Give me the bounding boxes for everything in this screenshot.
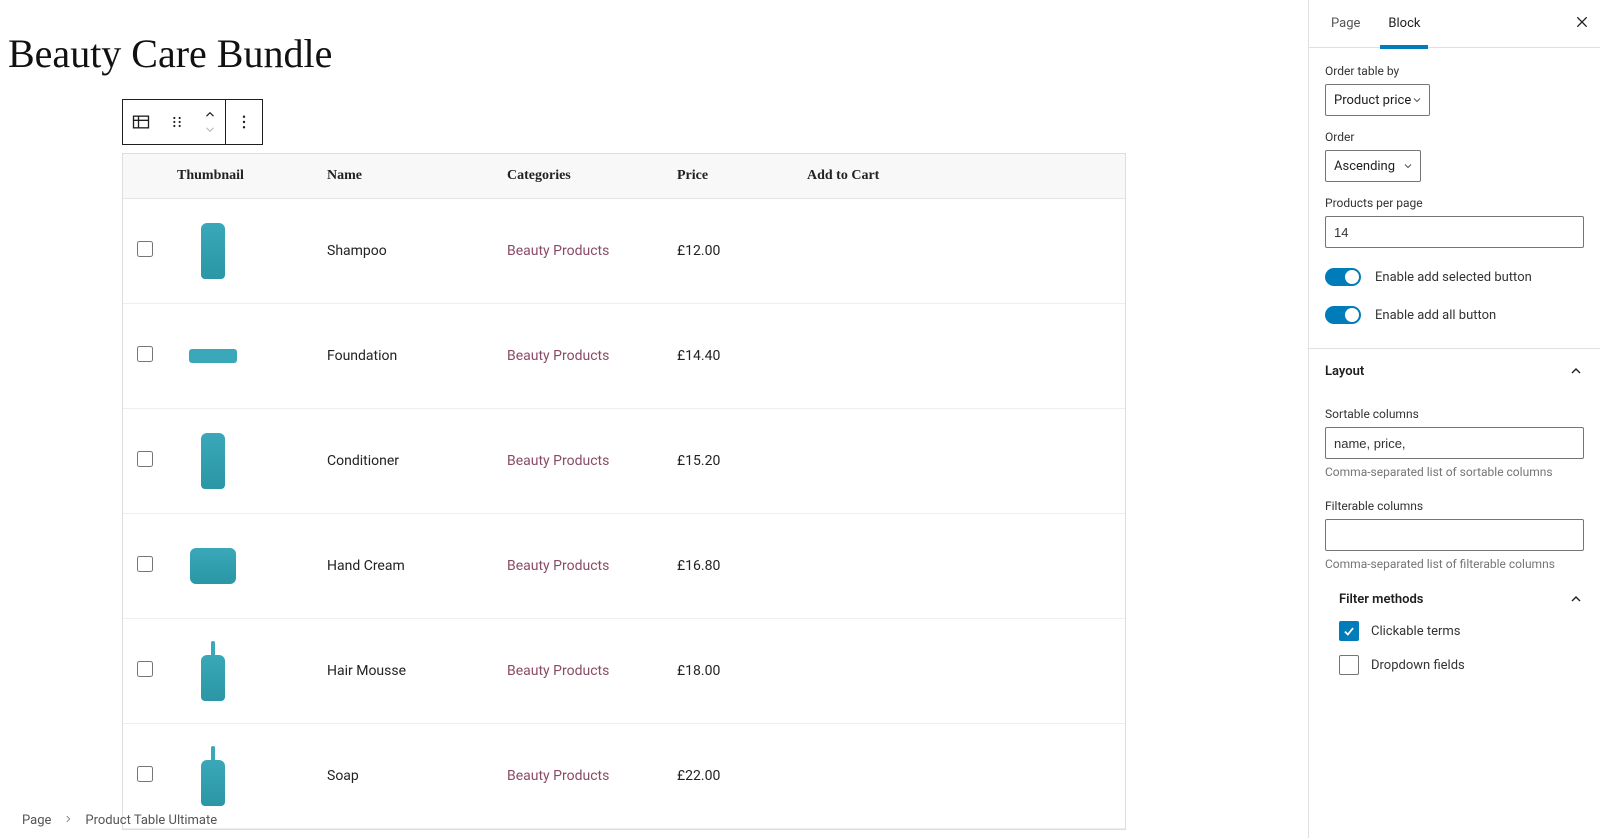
product-price-cell: £18.00 <box>667 619 797 724</box>
header-add-to-cart: Add to Cart <box>797 154 1125 199</box>
product-thumbnail[interactable] <box>177 215 249 287</box>
order-by-select[interactable]: Product price <box>1325 84 1430 116</box>
table-row: Conditioner Beauty Products £15.20 <box>123 409 1125 514</box>
product-thumbnail[interactable] <box>177 635 249 707</box>
product-thumbnail[interactable] <box>177 530 249 602</box>
breadcrumb-root[interactable]: Page <box>22 813 51 828</box>
category-link[interactable]: Beauty Products <box>507 243 609 259</box>
page-title[interactable]: Beauty Care Bundle <box>0 30 1246 77</box>
header-categories[interactable]: Categories <box>497 154 667 199</box>
dropdown-fields-label: Dropdown fields <box>1371 658 1465 673</box>
product-thumbnail[interactable] <box>177 425 249 497</box>
settings-sidebar: Page Block Order table by Product price … <box>1308 0 1600 838</box>
chevron-down-icon <box>1402 160 1414 172</box>
clickable-terms-checkbox[interactable] <box>1339 621 1359 641</box>
product-name-cell: Foundation <box>317 304 497 409</box>
drag-handle[interactable] <box>159 100 195 144</box>
enable-add-selected-label: Enable add selected button <box>1375 270 1532 285</box>
sortable-columns-label: Sortable columns <box>1325 407 1584 421</box>
product-name-cell: Hand Cream <box>317 514 497 619</box>
table-header-row: Thumbnail Name Categories Price Add to C… <box>123 154 1125 199</box>
product-name-cell: Conditioner <box>317 409 497 514</box>
product-price-cell: £16.80 <box>667 514 797 619</box>
close-sidebar-button[interactable] <box>1574 14 1590 34</box>
header-name[interactable]: Name <box>317 154 497 199</box>
sortable-columns-help: Comma-separated list of sortable columns <box>1325 465 1584 479</box>
table-row: Soap Beauty Products £22.00 <box>123 724 1125 829</box>
chevron-up-icon <box>1568 363 1584 379</box>
product-name-cell: Shampoo <box>317 199 497 304</box>
chevron-right-icon <box>63 813 73 828</box>
category-link[interactable]: Beauty Products <box>507 348 609 364</box>
per-page-label: Products per page <box>1325 196 1584 210</box>
move-up-button[interactable] <box>203 108 217 122</box>
breadcrumb: Page Product Table Ultimate <box>22 813 217 828</box>
per-page-input[interactable] <box>1325 216 1584 248</box>
more-options-button[interactable] <box>226 100 262 144</box>
enable-add-all-toggle[interactable] <box>1325 306 1361 324</box>
product-price-cell: £12.00 <box>667 199 797 304</box>
table-row: Hand Cream Beauty Products £16.80 <box>123 514 1125 619</box>
tab-block[interactable]: Block <box>1374 0 1434 48</box>
table-row: Shampoo Beauty Products £12.00 <box>123 199 1125 304</box>
table-row: Hair Mousse Beauty Products £18.00 <box>123 619 1125 724</box>
move-down-button[interactable] <box>203 122 217 136</box>
row-select-checkbox[interactable] <box>137 766 153 782</box>
product-table: Thumbnail Name Categories Price Add to C… <box>122 153 1126 830</box>
product-price-cell: £14.40 <box>667 304 797 409</box>
header-thumbnail[interactable]: Thumbnail <box>167 154 317 199</box>
product-name-cell: Soap <box>317 724 497 829</box>
table-row: Foundation Beauty Products £14.40 <box>123 304 1125 409</box>
dropdown-fields-checkbox[interactable] <box>1339 655 1359 675</box>
product-name-cell: Hair Mousse <box>317 619 497 724</box>
block-type-button[interactable] <box>123 100 159 144</box>
order-select[interactable]: Ascending <box>1325 150 1421 182</box>
clickable-terms-label: Clickable terms <box>1371 624 1461 639</box>
row-select-checkbox[interactable] <box>137 241 153 257</box>
block-toolbar <box>122 99 263 145</box>
product-thumbnail[interactable] <box>177 320 249 392</box>
sortable-columns-input[interactable] <box>1325 427 1584 459</box>
category-link[interactable]: Beauty Products <box>507 768 609 784</box>
chevron-up-icon <box>1568 591 1584 607</box>
row-select-checkbox[interactable] <box>137 346 153 362</box>
header-price[interactable]: Price <box>667 154 797 199</box>
filter-methods-header[interactable]: Filter methods <box>1325 591 1584 607</box>
order-label: Order <box>1325 130 1584 144</box>
layout-panel-header[interactable]: Layout <box>1325 349 1584 393</box>
row-select-checkbox[interactable] <box>137 556 153 572</box>
row-select-checkbox[interactable] <box>137 661 153 677</box>
product-price-cell: £22.00 <box>667 724 797 829</box>
row-select-checkbox[interactable] <box>137 451 153 467</box>
category-link[interactable]: Beauty Products <box>507 663 609 679</box>
enable-add-selected-toggle[interactable] <box>1325 268 1361 286</box>
filterable-columns-label: Filterable columns <box>1325 499 1584 513</box>
product-thumbnail[interactable] <box>177 740 249 812</box>
filterable-columns-help: Comma-separated list of filterable colum… <box>1325 557 1584 571</box>
category-link[interactable]: Beauty Products <box>507 453 609 469</box>
chevron-down-icon <box>1411 94 1423 106</box>
product-price-cell: £15.20 <box>667 409 797 514</box>
breadcrumb-current[interactable]: Product Table Ultimate <box>85 813 217 828</box>
tab-page[interactable]: Page <box>1317 0 1374 48</box>
enable-add-all-label: Enable add all button <box>1375 308 1496 323</box>
filterable-columns-input[interactable] <box>1325 519 1584 551</box>
category-link[interactable]: Beauty Products <box>507 558 609 574</box>
order-by-label: Order table by <box>1325 64 1584 78</box>
